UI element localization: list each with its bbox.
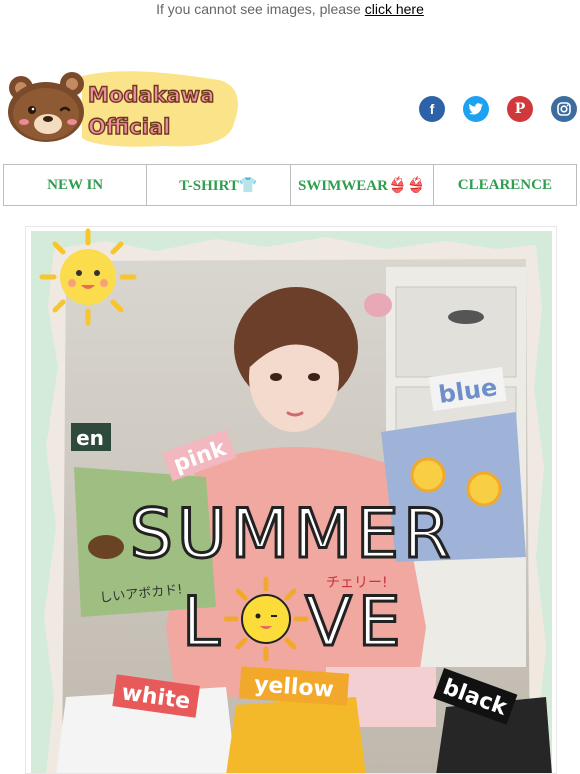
twitter-icon[interactable] [463,96,489,122]
nav-tshirt[interactable]: T-SHIRT👕 [147,165,291,205]
header: Modakawa Official f P [0,20,580,155]
instagram-icon[interactable] [551,96,577,122]
facebook-icon[interactable]: f [419,96,445,122]
preheader: If you cannot see images, please click h… [0,0,580,20]
headline-summer: SUMMER [130,495,455,574]
hero-image: しいアボカド! blue pink en white yellow black … [26,227,556,773]
headline-sun-o [223,576,309,662]
tag-en: en [71,423,111,451]
hero-banner[interactable]: しいアボカド! blue pink en white yellow black … [25,226,557,774]
logo-line1: Modakawa [88,83,214,107]
click-here-link[interactable]: click here [365,1,424,17]
headline-love-ve: VE [305,583,406,662]
nav-swimwear[interactable]: SWIMWEAR👙👙 [291,165,434,205]
pink-shirt-text: チェリー! [326,575,388,591]
main-nav: NEW IN T-SHIRT👕 SWIMWEAR👙👙 CLEARENCE [3,164,577,206]
logo-line2: Official [88,115,170,139]
modakawa-logo[interactable]: Modakawa Official [4,68,240,152]
nav-new-in[interactable]: NEW IN [4,165,148,205]
sun-sticker [39,228,137,326]
svg-text:en: en [76,426,104,450]
pinterest-icon[interactable]: P [507,96,533,122]
headline-love-l: L [182,583,220,662]
nav-clearence[interactable]: CLEARENCE [434,165,576,205]
social-links: f P [419,96,577,122]
preheader-text: If you cannot see images, please [156,1,361,17]
